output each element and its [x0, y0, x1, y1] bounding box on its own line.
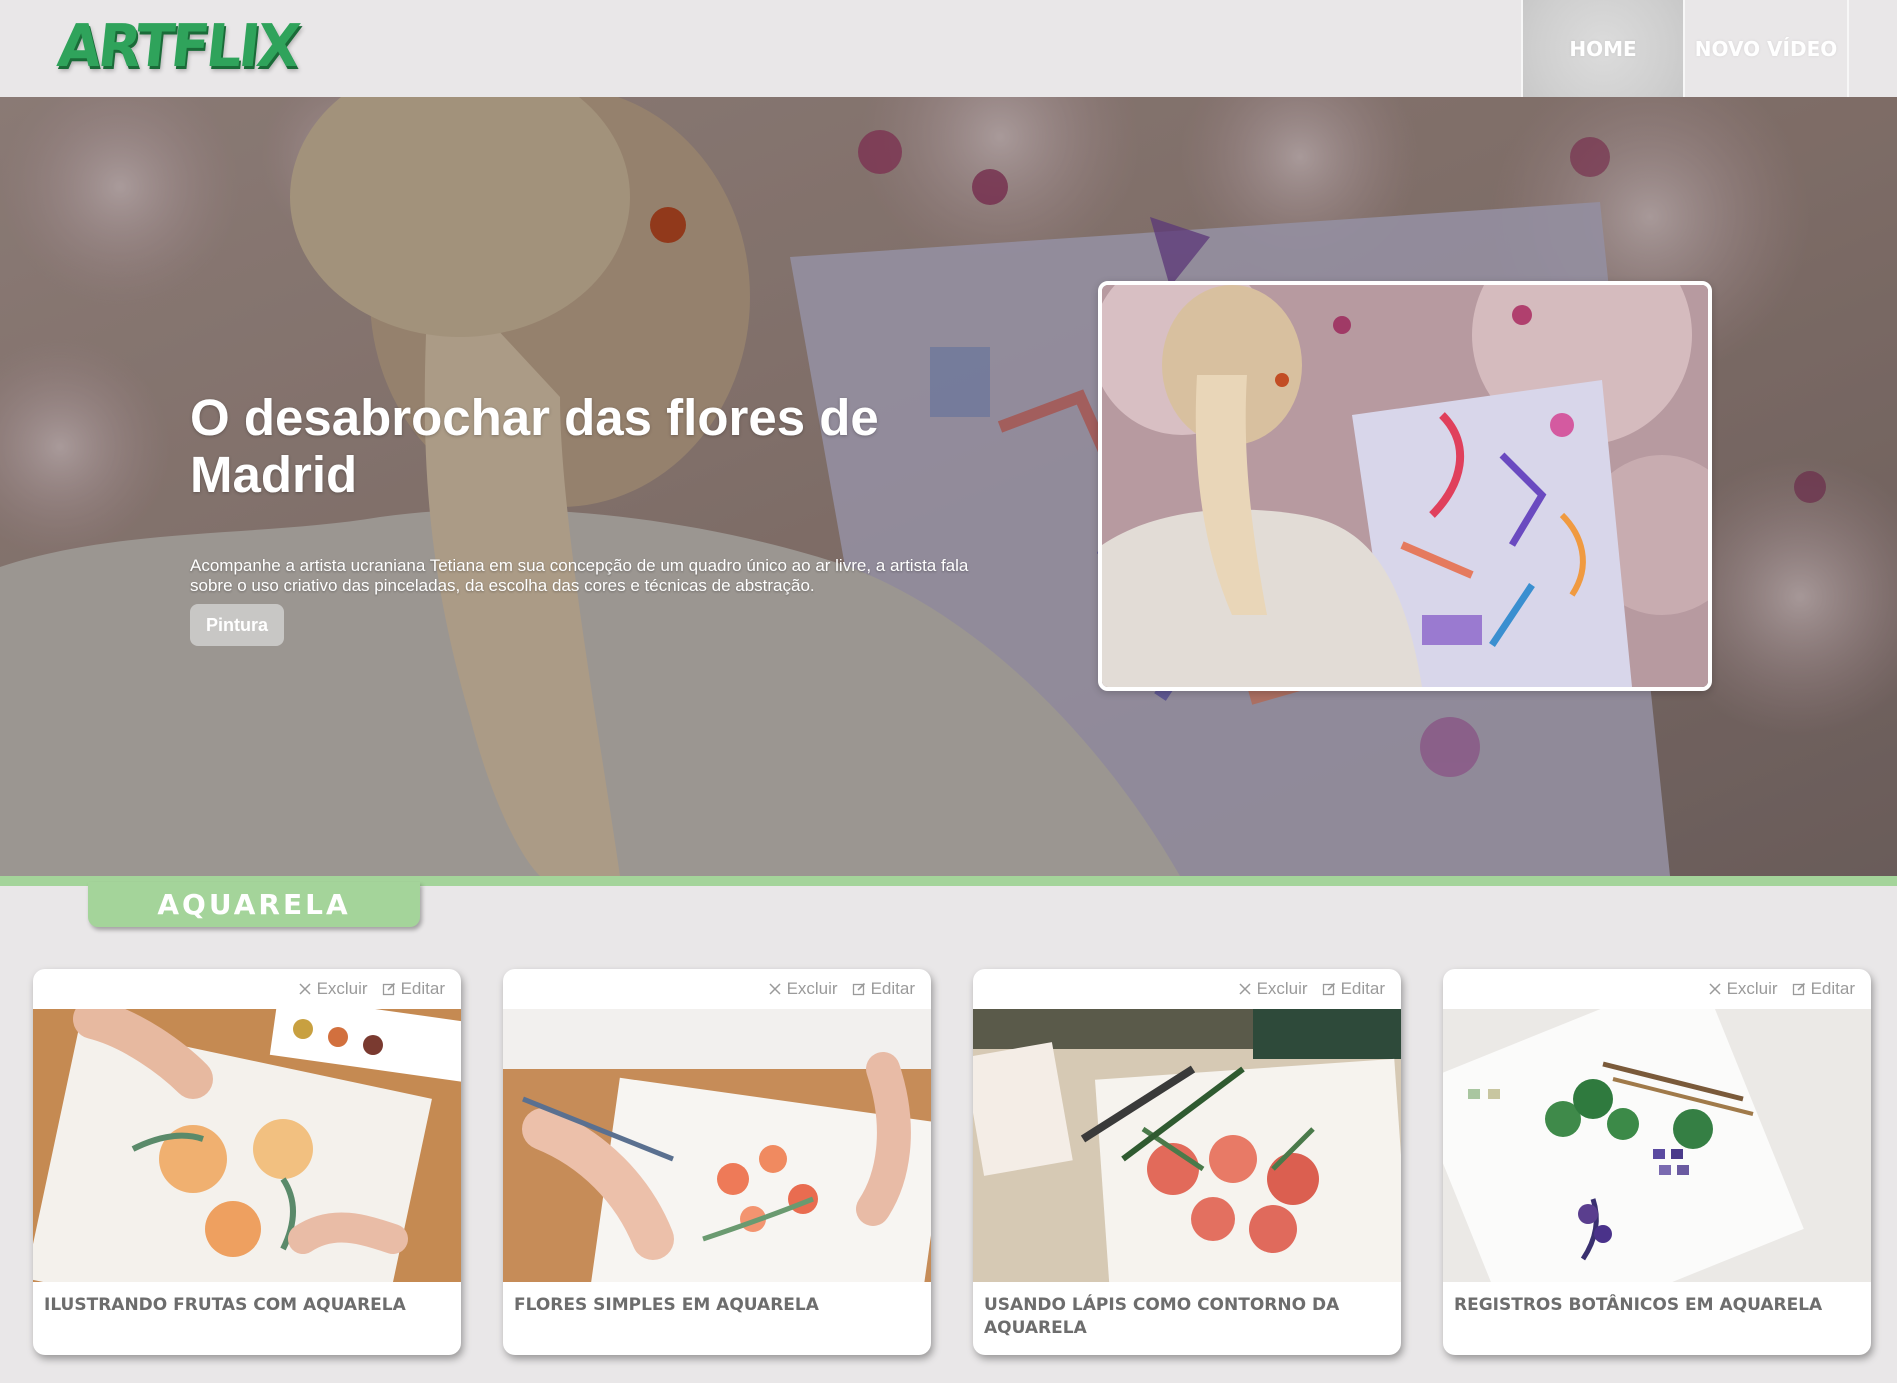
card-thumbnail [973, 1009, 1401, 1282]
close-icon [1709, 983, 1721, 995]
edit-label: Editar [400, 979, 445, 998]
edit-label: Editar [1340, 979, 1385, 998]
delete-label: Excluir [786, 979, 838, 998]
card-actions: Excluir Editar [768, 969, 931, 1009]
delete-button[interactable]: Excluir [298, 979, 368, 999]
hero-category-tag[interactable]: Pintura [190, 604, 284, 646]
nav-home[interactable]: HOME [1521, 0, 1683, 97]
close-icon [299, 983, 311, 995]
nav-new-video[interactable]: NOVO VÍDEO [1683, 0, 1849, 97]
header: ARTFLIX HOME NOVO VÍDEO [0, 0, 1897, 97]
card-title: Flores simples em aquarela [514, 1295, 819, 1315]
hero-banner: O desabrochar das flores de Madrid Acomp… [0, 97, 1897, 876]
edit-button[interactable]: Editar [1792, 979, 1855, 999]
card-thumbnail [503, 1009, 931, 1282]
delete-label: Excluir [316, 979, 368, 998]
card-thumbnail [33, 1009, 461, 1282]
card-actions: Excluir Editar [1708, 969, 1871, 1009]
hero-thumbnail-image [1102, 285, 1708, 687]
delete-button[interactable]: Excluir [1238, 979, 1308, 999]
card-title: Ilustrando frutas com aquarela [44, 1295, 406, 1315]
edit-button[interactable]: Editar [1322, 979, 1385, 999]
hero-description: Acompanhe a artista ucraniana Tetiana em… [190, 556, 969, 595]
edit-label: Editar [870, 979, 915, 998]
card-thumbnail [1443, 1009, 1871, 1282]
card-actions: Excluir Editar [1238, 969, 1401, 1009]
delete-label: Excluir [1256, 979, 1308, 998]
artflix-logo[interactable]: ARTFLIX [54, 12, 300, 80]
delete-button[interactable]: Excluir [1708, 979, 1778, 999]
video-card[interactable]: Excluir Editar Registros botânicos em aq… [1443, 969, 1871, 1355]
category-title: AQUARELA [88, 882, 420, 927]
edit-icon [852, 982, 865, 996]
edit-button[interactable]: Editar [852, 979, 915, 999]
card-title: Usando lápis como contorno da aquarela [984, 1295, 1340, 1338]
video-card[interactable]: Excluir Editar Ilustrando frutas com aqu… [33, 969, 461, 1355]
video-card[interactable]: Excluir Editar Flores simples em aquarel… [503, 969, 931, 1355]
card-title: Registros botânicos em aquarela [1454, 1295, 1823, 1315]
main-nav: HOME NOVO VÍDEO [1521, 0, 1897, 97]
edit-icon [382, 982, 395, 996]
card-actions: Excluir Editar [298, 969, 461, 1009]
hero-video-thumbnail[interactable] [1098, 281, 1712, 691]
video-card[interactable]: Excluir Editar Usando lápis como contorn… [973, 969, 1401, 1355]
delete-button[interactable]: Excluir [768, 979, 838, 999]
edit-icon [1792, 982, 1805, 996]
edit-button[interactable]: Editar [382, 979, 445, 999]
edit-icon [1322, 982, 1335, 996]
hero-title: O desabrochar das flores de Madrid [190, 389, 879, 503]
edit-label: Editar [1810, 979, 1855, 998]
close-icon [1239, 983, 1251, 995]
close-icon [769, 983, 781, 995]
delete-label: Excluir [1726, 979, 1778, 998]
